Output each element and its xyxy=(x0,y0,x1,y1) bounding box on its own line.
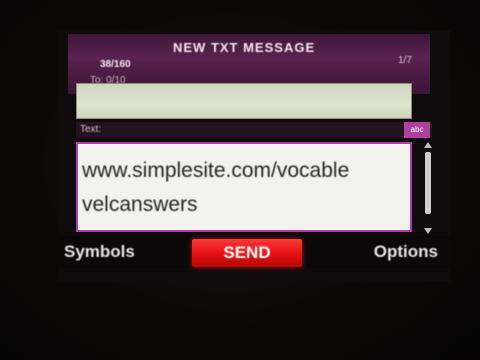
options-softkey[interactable]: Options xyxy=(374,242,438,262)
screen-title: NEW TXT MESSAGE xyxy=(173,40,316,55)
input-mode-indicator: abc xyxy=(404,122,430,138)
send-button[interactable]: SEND xyxy=(192,239,302,267)
character-counter: 38/160 xyxy=(100,59,131,70)
send-button-label: SEND xyxy=(223,243,271,262)
symbols-softkey[interactable]: Symbols xyxy=(64,242,135,262)
message-text-field[interactable]: www.simplesite.com/vocable velcanswers xyxy=(76,142,412,232)
page-indicator: 1/7 xyxy=(398,55,412,66)
text-label-bar: Text: abc xyxy=(76,122,432,138)
scroll-down-arrow-icon[interactable] xyxy=(424,228,432,234)
message-scrollbar[interactable] xyxy=(422,142,434,234)
softkey-bar: Symbols SEND Options xyxy=(58,236,450,268)
scroll-thumb[interactable] xyxy=(425,152,431,214)
scroll-up-arrow-icon[interactable] xyxy=(424,142,432,148)
message-text: www.simplesite.com/vocable velcanswers xyxy=(82,159,350,216)
recipient-field[interactable] xyxy=(76,83,412,119)
text-label: Text: xyxy=(80,124,102,135)
phone-screen: NEW TXT MESSAGE 38/160 1/7 To: 0/10 Text… xyxy=(58,30,450,282)
